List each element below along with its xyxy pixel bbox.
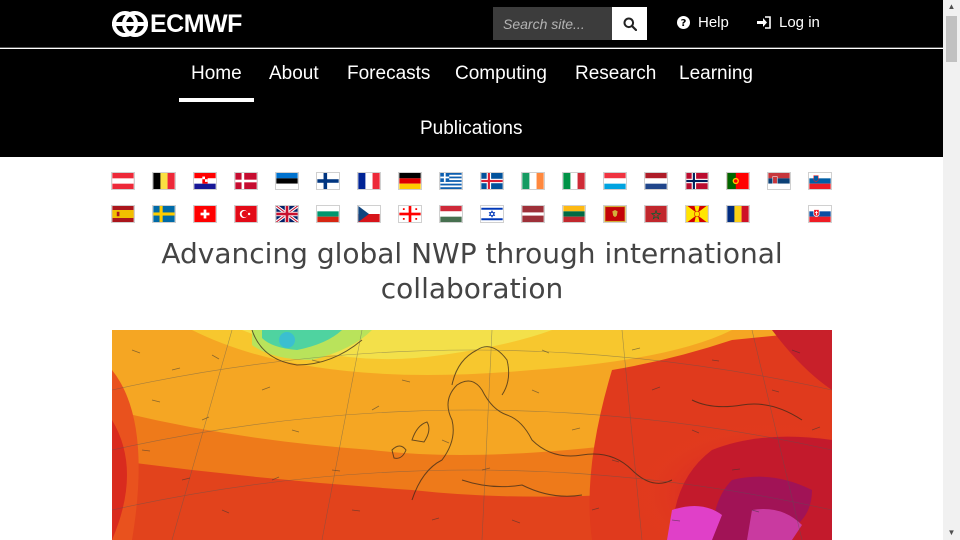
flag-serbia-icon[interactable] — [767, 172, 791, 190]
login-link[interactable]: Log in — [757, 14, 820, 31]
flag-norway-icon[interactable] — [685, 172, 709, 190]
flag-united-kingdom-icon[interactable] — [275, 205, 299, 223]
flag-italy-icon[interactable] — [562, 172, 586, 190]
nav-computing[interactable]: Computing — [443, 49, 559, 102]
flag-slovenia-icon[interactable] — [808, 172, 832, 190]
flag-iceland-icon[interactable] — [480, 172, 504, 190]
flag-turkey-icon[interactable] — [234, 205, 258, 223]
ecmwf-logo-icon — [112, 11, 148, 37]
login-label: Log in — [779, 14, 820, 31]
page-title: Advancing global NWP through internation… — [161, 237, 783, 305]
scroll-down-arrow-icon[interactable]: ▼ — [943, 526, 960, 540]
flag-netherlands-icon[interactable] — [644, 172, 668, 190]
flag-hungary-icon[interactable] — [439, 205, 463, 223]
flag-croatia-icon[interactable] — [193, 172, 217, 190]
flag-morocco-icon[interactable] — [644, 205, 668, 223]
nav-research[interactable]: Research — [563, 49, 668, 102]
help-link[interactable]: ? Help — [677, 14, 729, 31]
main-navigation: Home About Forecasts Computing Research … — [0, 49, 943, 157]
flag-sweden-icon[interactable] — [152, 205, 176, 223]
help-label: Help — [698, 14, 729, 31]
flag-ireland-icon[interactable] — [521, 172, 545, 190]
flag-finland-icon[interactable] — [316, 172, 340, 190]
flag-israel-icon[interactable] — [480, 205, 504, 223]
flag-czech-republic-icon[interactable] — [357, 205, 381, 223]
flag-switzerland-icon[interactable] — [193, 205, 217, 223]
flag-bulgaria-icon[interactable] — [316, 205, 340, 223]
svg-text:?: ? — [681, 18, 687, 29]
flag-latvia-icon[interactable] — [521, 205, 545, 223]
logo-text: ECMWF — [150, 10, 242, 38]
flag-slovakia-icon[interactable] — [808, 205, 832, 223]
search-button[interactable] — [612, 7, 647, 40]
search-icon — [623, 17, 637, 31]
search-input[interactable] — [493, 7, 612, 40]
flag-luxembourg-icon[interactable] — [603, 172, 627, 190]
flag-denmark-icon[interactable] — [234, 172, 258, 190]
flag-portugal-icon[interactable] — [726, 172, 750, 190]
flag-romania-icon[interactable] — [726, 205, 750, 223]
search-box — [493, 7, 647, 40]
sign-in-icon — [757, 16, 771, 29]
flag-montenegro-icon[interactable] — [603, 205, 627, 223]
flag-austria-icon[interactable] — [111, 172, 135, 190]
nav-forecasts[interactable]: Forecasts — [335, 49, 442, 102]
forecast-map-image[interactable] — [112, 330, 832, 540]
flag-estonia-icon[interactable] — [275, 172, 299, 190]
flag-france-icon[interactable] — [357, 172, 381, 190]
nav-about[interactable]: About — [257, 49, 331, 102]
flag-north-macedonia-icon[interactable] — [685, 205, 709, 223]
question-circle-icon: ? — [677, 16, 690, 29]
ecmwf-logo[interactable]: ECMWF — [112, 11, 242, 37]
scroll-up-arrow-icon[interactable]: ▲ — [943, 0, 960, 14]
flag-germany-icon[interactable] — [398, 172, 422, 190]
page-scrollbar[interactable]: ▲ ▼ — [943, 0, 960, 540]
flag-georgia-icon[interactable] — [398, 205, 422, 223]
flag-spain-icon[interactable] — [111, 205, 135, 223]
nav-learning[interactable]: Learning — [667, 49, 765, 102]
flag-belgium-icon[interactable] — [152, 172, 176, 190]
flag-lithuania-icon[interactable] — [562, 205, 586, 223]
top-header: ECMWF ? Help Log in — [0, 0, 943, 48]
nav-publications[interactable]: Publications — [408, 104, 534, 157]
flag-greece-icon[interactable] — [439, 172, 463, 190]
scrollbar-thumb[interactable] — [946, 16, 957, 62]
nav-home[interactable]: Home — [179, 49, 254, 102]
